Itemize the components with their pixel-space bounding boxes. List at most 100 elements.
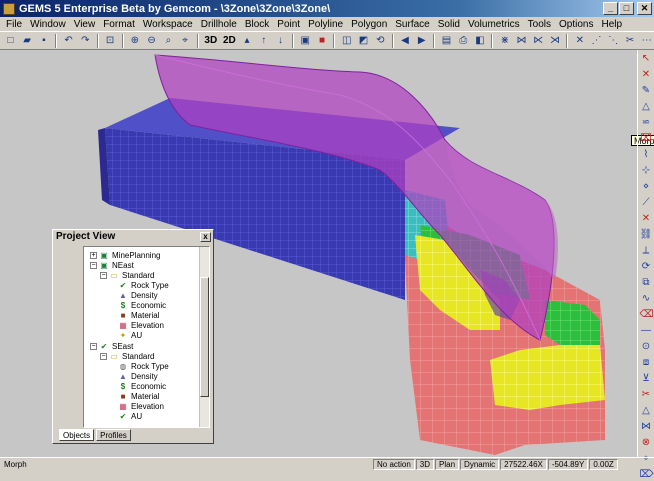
menu-format[interactable]: Format	[99, 19, 139, 30]
collapse-icon[interactable]: −	[100, 352, 107, 360]
menu-surface[interactable]: Surface	[391, 19, 433, 30]
scrollbar-thumb[interactable]	[200, 277, 209, 397]
cross-icon[interactable]: ✕	[640, 69, 653, 81]
zoom-out-icon[interactable]: ⊖	[144, 33, 159, 48]
next-icon[interactable]: ▶	[414, 33, 429, 48]
join-icon[interactable]: ⋯	[639, 33, 654, 48]
project-view-close-button[interactable]: x	[200, 231, 211, 242]
tree-item-standard-2[interactable]: − ▭ Standard	[100, 351, 154, 361]
plane-icon[interactable]: ▴	[240, 33, 255, 48]
minimize-button[interactable]: _	[603, 2, 618, 15]
delete-icon[interactable]: ⌫	[640, 309, 654, 321]
snap-line-icon[interactable]: ⋈	[514, 33, 529, 48]
menu-tools[interactable]: Tools	[524, 19, 555, 30]
pan-icon[interactable]: ⌖	[178, 33, 193, 48]
triangle-icon[interactable]: △	[640, 101, 653, 113]
pencil-icon[interactable]: ✎	[640, 85, 653, 97]
tree-item-material-2[interactable]: ■ Material	[118, 391, 160, 401]
tab-objects[interactable]: Objects	[59, 429, 95, 441]
break-icon[interactable]: ✕	[640, 213, 653, 225]
smooth-icon[interactable]: ∿	[640, 293, 653, 305]
tab-profiles[interactable]: Profiles	[96, 429, 131, 441]
tree-item-elevation-2[interactable]: ▦ Elevation	[118, 401, 164, 411]
zoom-extents-icon[interactable]: ⊡	[103, 33, 118, 48]
menu-help[interactable]: Help	[598, 19, 627, 30]
tree-item-density-2[interactable]: ▲ Density	[118, 371, 158, 381]
tree-item-material[interactable]: ■ Material	[118, 310, 160, 320]
remove-icon[interactable]: ⊗	[640, 437, 653, 449]
view-icon[interactable]: ◧	[473, 33, 488, 48]
tree-item-mineplanning[interactable]: + ▣ MinePlanning	[90, 250, 160, 260]
offset-icon[interactable]: ⧈	[640, 357, 653, 369]
collapse-icon[interactable]: −	[100, 271, 107, 279]
collapse-icon[interactable]: −	[90, 342, 97, 350]
menu-file[interactable]: File	[2, 19, 26, 30]
split-line-icon[interactable]: ⟂	[640, 245, 653, 257]
tree-item-economic[interactable]: $ Economic	[118, 300, 166, 310]
clip-icon[interactable]: ✂	[640, 389, 653, 401]
previous-icon[interactable]: ◀	[398, 33, 413, 48]
extend-icon[interactable]: ⟋	[640, 197, 653, 209]
maximize-button[interactable]: □	[619, 2, 634, 15]
undo-icon[interactable]: ↶	[61, 33, 76, 48]
rotate-icon[interactable]: ⟲	[373, 33, 388, 48]
menu-solid[interactable]: Solid	[434, 19, 464, 30]
menu-drillhole[interactable]: Drillhole	[197, 19, 241, 30]
project-icon[interactable]: ⊻	[640, 373, 653, 385]
rotate-tool-icon[interactable]: ⟳	[640, 261, 653, 273]
tree-item-au[interactable]: ✦ AU	[118, 330, 142, 340]
edit-node-icon[interactable]: ✕	[572, 33, 587, 48]
tree-item-au-2[interactable]: ✔ AU	[118, 411, 142, 421]
node-move-icon[interactable]: ⋄	[640, 181, 653, 193]
shaded-icon[interactable]: ◩	[356, 33, 371, 48]
select-icon[interactable]: ↖	[640, 53, 653, 65]
tree-item-density[interactable]: ▲ Density	[118, 290, 158, 300]
snap-edge-icon[interactable]: ⋉	[531, 33, 546, 48]
print-icon[interactable]: ⎙	[456, 33, 471, 48]
collapse-icon[interactable]: −	[90, 261, 97, 269]
zoom-window-icon[interactable]: ⌕	[161, 33, 176, 48]
snap-point-icon[interactable]: ⋇	[497, 33, 512, 48]
wireframe-icon[interactable]: ◫	[339, 33, 354, 48]
menu-window[interactable]: Window	[26, 19, 70, 30]
tree-item-rock-type[interactable]: ✔ Rock Type	[118, 280, 169, 290]
tree-item-standard[interactable]: − ▭ Standard	[100, 270, 154, 280]
zoom-in-icon[interactable]: ⊕	[128, 33, 143, 48]
expand-icon[interactable]: +	[90, 251, 97, 259]
tree-scrollbar[interactable]	[199, 247, 209, 427]
menu-polygon[interactable]: Polygon	[347, 19, 391, 30]
cube-icon[interactable]: ▣	[298, 33, 313, 48]
split-icon[interactable]: ✂	[623, 33, 638, 48]
new-file-icon[interactable]: □	[3, 33, 18, 48]
menu-options[interactable]: Options	[555, 19, 597, 30]
menu-workspace[interactable]: Workspace	[139, 19, 197, 30]
layout-icon[interactable]: ▤	[439, 33, 454, 48]
save-icon[interactable]: ▪	[37, 33, 52, 48]
tree-item-economic-2[interactable]: $ Economic	[118, 381, 166, 391]
view-2d-button[interactable]: 2D	[221, 33, 238, 48]
vertex-icon[interactable]: ⊙	[640, 341, 653, 353]
menu-point[interactable]: Point	[273, 19, 304, 30]
tree-item-neast[interactable]: − ▣ NEast	[90, 260, 134, 270]
open-folder-icon[interactable]: ▰	[20, 33, 35, 48]
merge-icon[interactable]: ⋈	[640, 421, 653, 433]
project-tree[interactable]: + ▣ MinePlanning − ▣ NEast − ▭ Standard …	[83, 246, 210, 428]
tree-item-elevation[interactable]: ▦ Elevation	[118, 320, 164, 330]
polyline-icon[interactable]: ⌇	[640, 149, 653, 161]
tree-item-seast[interactable]: − ✔ SEast	[90, 341, 133, 351]
triangulate-icon[interactable]: △	[640, 405, 653, 417]
link-icon[interactable]: ⛓	[640, 229, 653, 241]
delete-node-icon[interactable]: ⋱	[606, 33, 621, 48]
morph-icon[interactable]: ⋍	[640, 117, 653, 129]
down-arrow-icon[interactable]: ↓	[273, 33, 288, 48]
trim-icon[interactable]: ⌧	[640, 133, 653, 145]
snap-vertex-icon[interactable]: ⋊	[548, 33, 563, 48]
copy-icon[interactable]: ⧉	[640, 277, 653, 289]
menu-volumetrics[interactable]: Volumetrics	[464, 19, 524, 30]
close-button[interactable]: ✕	[637, 2, 652, 15]
menu-block[interactable]: Block	[241, 19, 273, 30]
insert-node-icon[interactable]: ⋰	[589, 33, 604, 48]
node-add-icon[interactable]: ⊹	[640, 165, 653, 177]
solid-cube-icon[interactable]: ■	[315, 33, 330, 48]
redo-icon[interactable]: ↷	[78, 33, 93, 48]
